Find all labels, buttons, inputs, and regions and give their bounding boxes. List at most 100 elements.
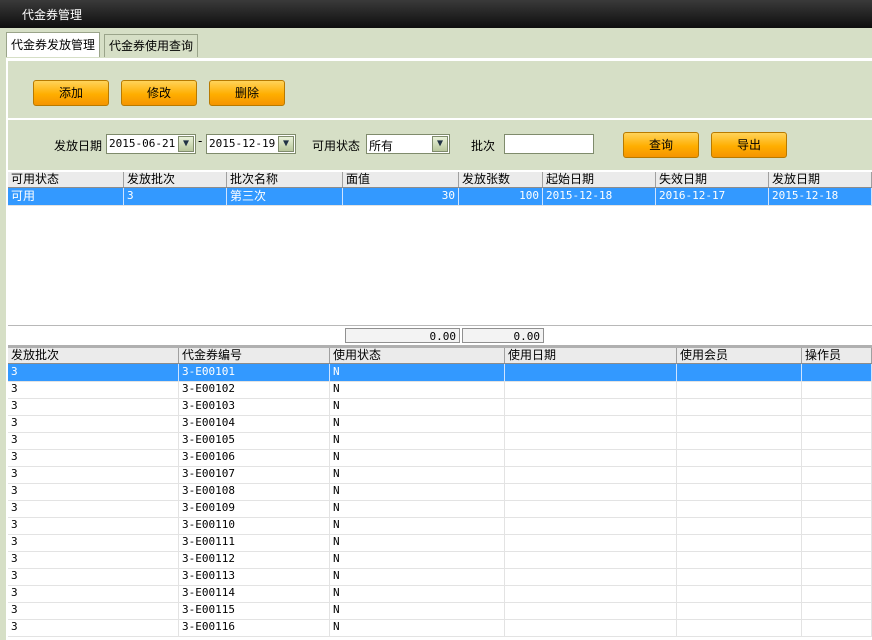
batch-input[interactable] <box>504 134 594 154</box>
table-cell <box>802 449 872 466</box>
column-header[interactable]: 起始日期 <box>543 172 656 187</box>
column-header[interactable]: 批次名称 <box>227 172 343 187</box>
window-title: 代金券管理 <box>22 8 83 22</box>
status-select[interactable]: 所有 ▼ <box>366 134 450 154</box>
title-bar: 代金券管理 <box>0 0 872 28</box>
table-cell: N <box>330 415 505 432</box>
column-header[interactable]: 使用会员 <box>677 348 802 363</box>
table-cell <box>505 415 677 432</box>
table-cell: N <box>330 534 505 551</box>
table-row[interactable]: 3 3-E00112 N <box>8 551 872 569</box>
chevron-down-icon[interactable]: ▼ <box>432 136 448 152</box>
coupon-table-header: 发放批次 代金券编号 使用状态 使用日期 使用会员 操作员 <box>8 348 872 364</box>
table-cell <box>677 534 802 551</box>
batch-label: 批次 <box>471 139 496 153</box>
table-cell <box>505 619 677 636</box>
column-header[interactable]: 使用状态 <box>330 348 505 363</box>
table-row[interactable]: 3 3-E00111 N <box>8 534 872 552</box>
table-cell <box>677 602 802 619</box>
chevron-down-icon[interactable]: ▼ <box>278 136 294 152</box>
table-cell: 3-E00106 <box>179 449 330 466</box>
column-header[interactable]: 发放张数 <box>459 172 543 187</box>
table-cell <box>677 517 802 534</box>
column-header[interactable]: 代金券编号 <box>179 348 330 363</box>
table-cell <box>802 466 872 483</box>
status-label: 可用状态 <box>312 139 361 153</box>
table-cell: N <box>330 466 505 483</box>
table-row[interactable]: 3 3-E00102 N <box>8 381 872 399</box>
table-cell <box>802 415 872 432</box>
table-cell: 3 <box>8 500 179 517</box>
table-cell <box>505 449 677 466</box>
table-row[interactable]: 3 3-E00106 N <box>8 449 872 467</box>
table-cell: 3-E00115 <box>179 602 330 619</box>
table-cell <box>505 500 677 517</box>
batch-summary-bar: 0.00 0.00 <box>8 325 872 345</box>
table-row[interactable]: 3 3-E00107 N <box>8 466 872 484</box>
table-row[interactable]: 3 3-E00105 N <box>8 432 872 450</box>
table-cell <box>802 432 872 449</box>
table-cell <box>505 381 677 398</box>
date-from-picker[interactable]: 2015-06-21 ▼ <box>106 134 196 154</box>
table-cell: N <box>330 517 505 534</box>
table-cell: 3-E00116 <box>179 619 330 636</box>
date-to-picker[interactable]: 2015-12-19 ▼ <box>206 134 296 154</box>
table-cell <box>505 568 677 585</box>
table-row[interactable]: 3 3-E00110 N <box>8 517 872 535</box>
query-button[interactable]: 查询 <box>623 132 699 158</box>
table-cell: 3-E00108 <box>179 483 330 500</box>
table-cell: 3-E00114 <box>179 585 330 602</box>
table-row[interactable]: 3 3-E00114 N <box>8 585 872 603</box>
table-cell <box>677 551 802 568</box>
column-header[interactable]: 可用状态 <box>8 172 124 187</box>
table-cell: 3 <box>8 568 179 585</box>
tab-coupon-issue[interactable]: 代金券发放管理 <box>6 32 101 57</box>
table-cell: 3-E00110 <box>179 517 330 534</box>
table-cell: 3 <box>8 602 179 619</box>
table-cell <box>802 364 872 381</box>
column-header[interactable]: 发放批次 <box>124 172 227 187</box>
table-cell <box>802 585 872 602</box>
column-header[interactable]: 发放批次 <box>8 348 179 363</box>
table-cell <box>802 602 872 619</box>
table-cell: 3-E00102 <box>179 381 330 398</box>
table-cell: 3 <box>8 619 179 636</box>
add-button[interactable]: 添加 <box>33 80 109 106</box>
table-row[interactable]: 3 3-E00101 N <box>8 364 872 382</box>
column-header[interactable]: 操作员 <box>802 348 872 363</box>
table-cell: 3-E00103 <box>179 398 330 415</box>
table-cell <box>505 602 677 619</box>
table-cell: 3 <box>8 432 179 449</box>
table-cell: 3-E00104 <box>179 415 330 432</box>
delete-button[interactable]: 删除 <box>209 80 285 106</box>
table-cell <box>802 551 872 568</box>
table-cell <box>802 483 872 500</box>
table-cell: 3 <box>8 534 179 551</box>
tab-coupon-usage-query[interactable]: 代金券使用查询 <box>104 34 199 57</box>
chevron-down-icon[interactable]: ▼ <box>178 136 194 152</box>
edit-button[interactable]: 修改 <box>121 80 197 106</box>
table-row[interactable]: 3 3-E00116 N <box>8 619 872 637</box>
filter-panel: 发放日期 2015-06-21 ▼ - 2015-12-19 ▼ 可用状态 所有… <box>8 120 872 170</box>
table-cell: 3 <box>8 483 179 500</box>
column-header[interactable]: 面值 <box>343 172 459 187</box>
table-row[interactable]: 3 3-E00103 N <box>8 398 872 416</box>
column-header[interactable]: 使用日期 <box>505 348 677 363</box>
coupon-table: 发放批次 代金券编号 使用状态 使用日期 使用会员 操作员 3 3-E00101 N… <box>8 348 872 640</box>
table-row[interactable]: 3 3-E00104 N <box>8 415 872 433</box>
table-cell: 3 <box>8 585 179 602</box>
table-row[interactable]: 3 3-E00109 N <box>8 500 872 518</box>
table-cell: 3-E00112 <box>179 551 330 568</box>
table-row[interactable]: 3 3-E00113 N <box>8 568 872 586</box>
table-row[interactable]: 3 3-E00115 N <box>8 602 872 620</box>
table-cell <box>802 500 872 517</box>
column-header[interactable]: 失效日期 <box>656 172 769 187</box>
table-row[interactable]: 3 3-E00108 N <box>8 483 872 501</box>
table-cell <box>677 500 802 517</box>
table-cell: 3 <box>8 449 179 466</box>
export-button[interactable]: 导出 <box>711 132 787 158</box>
table-row[interactable]: 可用 3 第三次 30 100 2015-12-18 2016-12-17 20… <box>8 188 872 206</box>
table-cell: N <box>330 381 505 398</box>
column-header[interactable]: 发放日期 <box>769 172 872 187</box>
table-cell <box>802 517 872 534</box>
